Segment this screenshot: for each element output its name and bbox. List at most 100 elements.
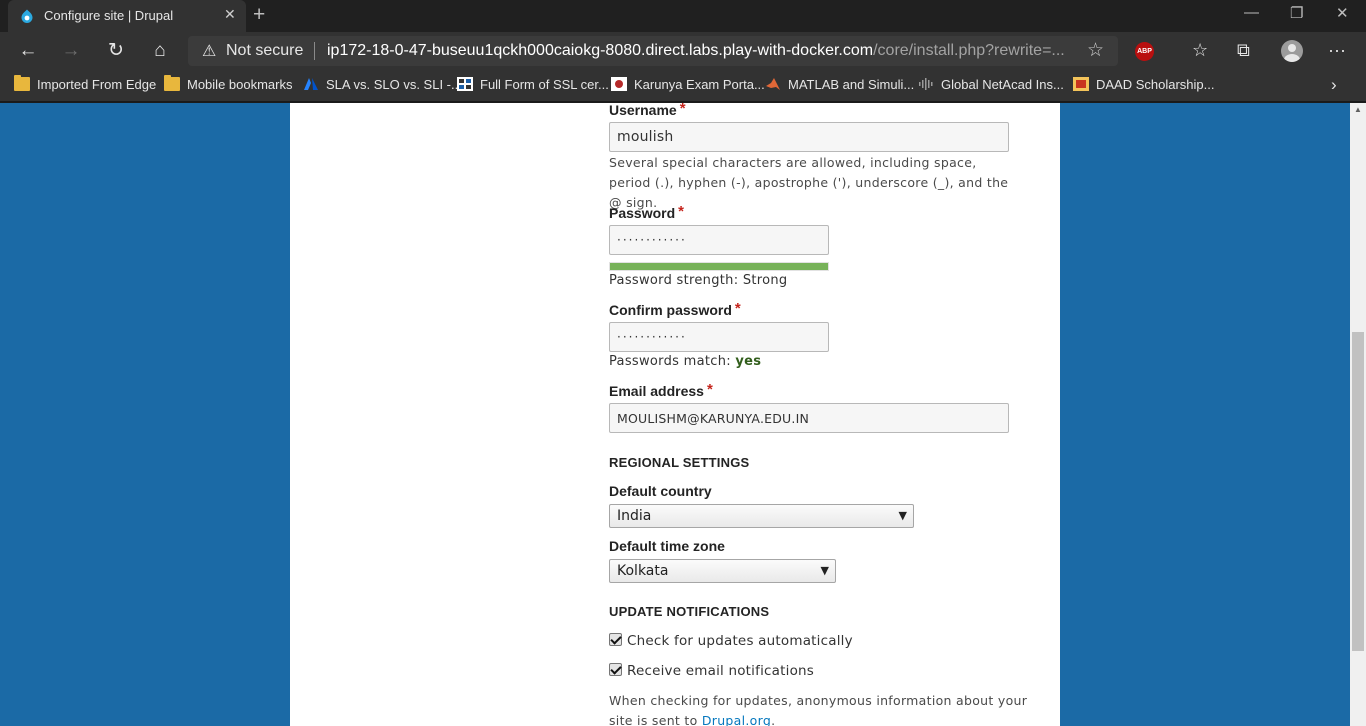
default-timezone-value: Kolkata [617,563,669,579]
chevron-down-icon: ▼ [898,509,907,522]
url-path: /core/install.php?rewrite=... [873,42,1065,59]
matlab-icon [766,78,780,90]
check-updates-option[interactable]: Check for updates automatically [609,633,853,649]
scroll-up-arrow-icon[interactable]: ▲ [1354,105,1362,114]
refresh-icon[interactable]: ↻ [103,39,129,63]
adblock-icon[interactable]: ABP [1135,42,1154,61]
bookmark-mobile[interactable]: Mobile bookmarks [164,75,293,94]
address-separator [314,42,315,60]
check-updates-label: Check for updates automatically [627,633,853,649]
default-country-label: Default country [609,483,712,499]
password-strength-text: Password strength: Strong [609,273,788,288]
window-close-icon[interactable]: ✕ [1336,4,1349,22]
default-timezone-select[interactable]: Kolkata ▼ [609,559,836,583]
bookmark-label: Full Form of SSL cer... [480,77,609,92]
daad-icon [1073,77,1089,91]
bookmark-matlab[interactable]: MATLAB and Simuli... [765,76,914,94]
email-notifications-checkbox[interactable] [609,663,622,676]
bookmark-netacad[interactable]: Global NetAcad Ins... [918,76,1064,94]
required-marker: * [679,103,686,117]
update-notifications-heading: UPDATE NOTIFICATIONS [609,604,770,619]
required-marker: * [706,381,713,398]
grid-icon [457,77,473,91]
forward-icon[interactable]: → [58,39,84,63]
bookmark-ssl[interactable]: Full Form of SSL cer... [457,76,609,94]
password-label-text: Password [609,205,676,221]
update-note-line-1: When checking for updates, anonymous inf… [609,693,1028,708]
restore-icon[interactable]: ❐ [1290,4,1303,22]
install-form-panel: Username * moulish Several special charac… [290,103,1060,726]
confirm-password-label: Confirm password * [609,300,741,319]
bookmark-label: Imported From Edge [37,77,157,92]
password-match-status: Passwords match: yes [609,354,761,369]
update-note-text: site is sent to [609,713,698,726]
username-description: Several special characters are allowed, … [609,155,1009,210]
update-note-line-2: site is sent to Drupal.org. [609,711,1029,726]
bookmark-sla[interactable]: SLA vs. SLO vs. SLI -... [303,76,462,94]
address-bar[interactable]: ⚠ Not secure ip172-18-0-47-buseuu1qckh00… [188,36,1118,66]
favorites-icon[interactable]: ☆ [1192,40,1208,61]
password-label: Password * [609,203,684,222]
check-updates-checkbox[interactable] [609,633,622,646]
username-field[interactable]: moulish [609,122,1009,152]
drupal-org-link[interactable]: Drupal.org [702,713,771,726]
bookmark-label: Global NetAcad Ins... [941,77,1064,92]
update-notifications-description: When checking for updates, anonymous inf… [609,691,1029,726]
bookmark-label: Mobile bookmarks [187,77,293,92]
folder-icon [14,75,30,91]
password-match-value: yes [735,354,762,369]
username-label-text: Username [609,103,677,118]
password-match-label: Passwords match: [609,354,731,369]
tab-close-icon[interactable]: ✕ [224,6,236,23]
email-label: Email address * [609,381,713,400]
email-field[interactable]: MOULISHM@KARUNYA.EDU.IN [609,403,1009,433]
email-notifications-option[interactable]: Receive email notifications [609,663,814,679]
warning-icon[interactable]: ⚠ [202,41,216,61]
bookmark-label: DAAD Scholarship... [1096,77,1215,92]
email-notifications-label: Receive email notifications [627,663,815,679]
password-field[interactable]: ············ [609,225,829,255]
bookmark-daad[interactable]: DAAD Scholarship... [1073,76,1215,94]
chevron-down-icon: ▼ [820,564,829,577]
drupal-icon [21,9,33,23]
default-timezone-label: Default time zone [609,538,725,554]
password-strength-bar [609,262,829,271]
page-viewport: Username * moulish Several special charac… [0,103,1366,726]
new-tab-button[interactable]: + [253,3,265,27]
required-marker: * [678,203,684,220]
confirm-password-field[interactable]: ············ [609,322,829,352]
favorite-star-icon[interactable]: ☆ [1087,39,1104,62]
bookmark-label: Karunya Exam Porta... [634,77,765,92]
confirm-password-label-text: Confirm password [609,302,732,318]
default-country-select[interactable]: India ▼ [609,504,914,528]
more-menu-icon[interactable]: ··· [1328,40,1346,61]
navigation-bar: ← → ↻ ⌂ ⚠ Not secure ip172-18-0-47-buseu… [0,32,1366,70]
back-icon[interactable]: ← [15,39,41,63]
home-icon[interactable]: ⌂ [147,39,173,63]
username-label: Username * [609,103,686,119]
tab-title: Configure site | Drupal [44,8,174,23]
bookmarks-bar: Imported From Edge Mobile bookmarks SLA … [0,70,1366,102]
karunya-icon [611,77,627,91]
cisco-icon [919,78,933,90]
active-tab[interactable]: Configure site | Drupal ✕ [8,0,246,32]
bookmark-karunya[interactable]: Karunya Exam Porta... [611,76,765,94]
folder-icon [164,75,180,91]
bookmarks-overflow-chevron-icon[interactable]: › [1331,75,1337,95]
default-country-value: India [617,508,652,524]
scrollbar-thumb[interactable] [1352,332,1364,651]
page-scrollbar[interactable]: ▲ [1350,103,1366,726]
minimize-icon[interactable]: — [1244,4,1259,21]
regional-settings-heading: REGIONAL SETTINGS [609,455,750,470]
collections-icon[interactable]: ⧉ [1237,40,1250,61]
url-text[interactable]: ip172-18-0-47-buseuu1qckh000caiokg-8080.… [327,42,1079,60]
bookmark-label: SLA vs. SLO vs. SLI -... [326,77,462,92]
security-label[interactable]: Not secure [226,42,303,60]
bookmark-label: MATLAB and Simuli... [788,77,915,92]
required-marker: * [734,300,741,317]
bookmark-imported-from-edge[interactable]: Imported From Edge [14,75,157,94]
profile-avatar[interactable] [1281,40,1303,62]
email-label-text: Email address [609,383,704,399]
url-host: ip172-18-0-47-buseuu1qckh000caiokg-8080.… [327,42,874,59]
tab-strip: Configure site | Drupal ✕ + — ❐ ✕ [0,0,1366,32]
